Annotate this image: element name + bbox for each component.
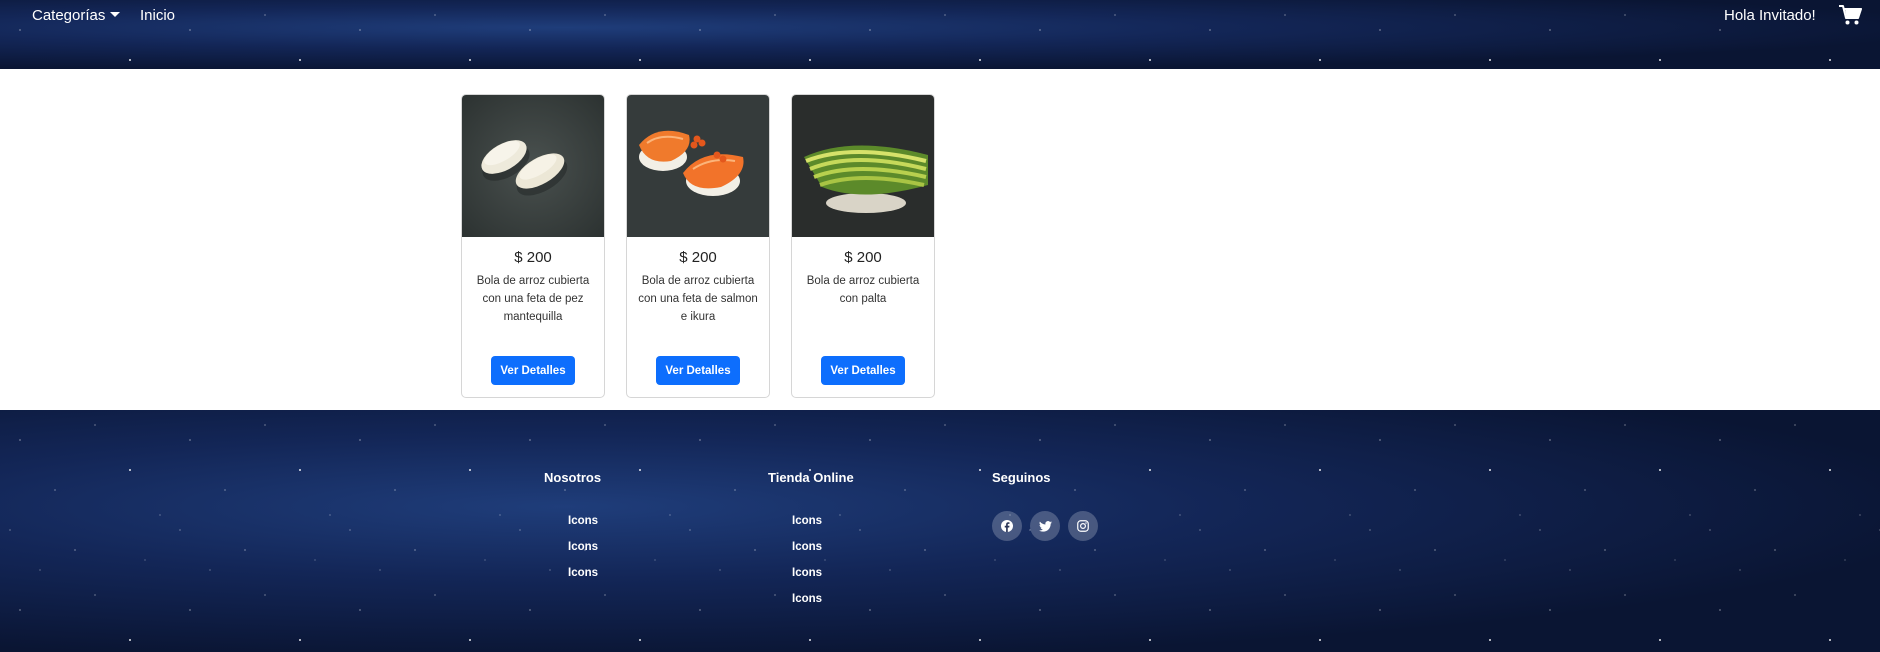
caret-down-icon xyxy=(110,12,121,17)
view-details-button[interactable]: Ver Detalles xyxy=(491,356,575,385)
footer-heading-nosotros: Nosotros xyxy=(544,470,602,485)
footer-heading-tienda-online: Tienda Online xyxy=(768,470,854,485)
product-image-salmon-ikura-nigiri[interactable] xyxy=(627,95,769,237)
product-description: Bola de arroz cubierta con una feta de s… xyxy=(638,275,758,323)
footer-link[interactable]: Icons xyxy=(568,566,598,592)
product-card: $ 200 Bola de arroz cubierta con una fet… xyxy=(461,94,605,398)
product-card: $ 200 Bola de arroz cubierta con una fet… xyxy=(626,94,770,398)
view-details-button[interactable]: Ver Detalles xyxy=(821,356,905,385)
footer-link[interactable]: Icons xyxy=(792,592,822,618)
home-link[interactable]: Inicio xyxy=(140,7,175,24)
product-price: $ 200 xyxy=(514,249,552,266)
categories-label: Categorías xyxy=(32,7,106,24)
view-details-button[interactable]: Ver Detalles xyxy=(656,356,740,385)
categories-dropdown[interactable]: Categorías xyxy=(32,7,121,24)
product-description: Bola de arroz cubierta con una feta de p… xyxy=(476,275,590,323)
navbar: Categorías Inicio Hola Invitado! xyxy=(0,0,1880,69)
user-greeting[interactable]: Hola Invitado! xyxy=(1724,7,1816,24)
footer-link[interactable]: Icons xyxy=(568,514,598,540)
product-image-butterfish-nigiri[interactable] xyxy=(462,95,604,237)
footer-link[interactable]: Icons xyxy=(568,540,598,566)
product-grid: $ 200 Bola de arroz cubierta con una fet… xyxy=(0,69,1880,410)
footer-link[interactable]: Icons xyxy=(792,566,822,592)
product-image-avocado-nigiri[interactable] xyxy=(792,95,934,237)
twitter-icon[interactable] xyxy=(1030,511,1060,541)
footer-link[interactable]: Icons xyxy=(792,540,822,566)
instagram-icon[interactable] xyxy=(1068,511,1098,541)
shopping-cart-icon[interactable] xyxy=(1838,4,1862,26)
footer-links-tienda-online: Icons Icons Icons Icons xyxy=(792,514,822,618)
footer-link[interactable]: Icons xyxy=(792,514,822,540)
product-card: $ 200 Bola de arroz cubierta con palta V… xyxy=(791,94,935,398)
product-price: $ 200 xyxy=(844,249,882,266)
facebook-icon[interactable] xyxy=(992,511,1022,541)
footer-links-nosotros: Icons Icons Icons xyxy=(568,514,598,592)
product-description: Bola de arroz cubierta con palta xyxy=(806,275,920,305)
product-price: $ 200 xyxy=(679,249,717,266)
footer-heading-seguinos: Seguinos xyxy=(992,470,1051,485)
footer: Nosotros Icons Icons Icons Tienda Online… xyxy=(0,410,1880,652)
